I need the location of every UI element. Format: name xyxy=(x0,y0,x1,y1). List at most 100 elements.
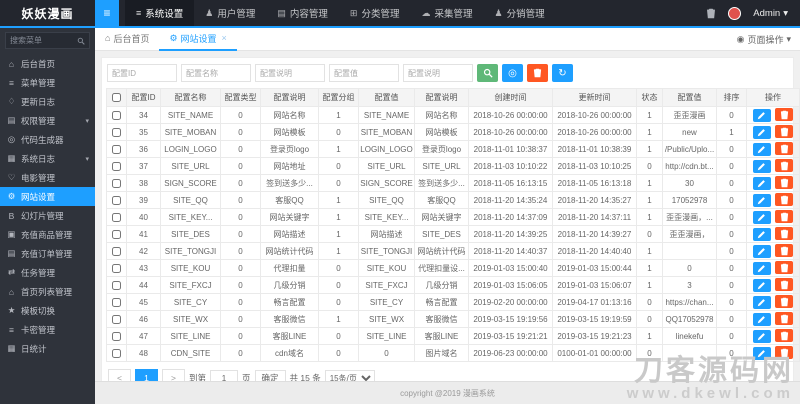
delete-button[interactable] xyxy=(775,125,793,138)
edit-button[interactable] xyxy=(753,245,771,258)
edit-button[interactable] xyxy=(753,211,771,224)
sidebar-item-menu-management[interactable]: ≡ 菜单管理 xyxy=(0,73,95,92)
edit-button[interactable] xyxy=(753,228,771,241)
locate-button[interactable]: ◎ xyxy=(502,64,523,82)
sidebar-item-movie-management[interactable]: ♡ 电影管理 xyxy=(0,168,95,187)
nav-category-management[interactable]: ⊞ 分类管理 xyxy=(339,0,411,26)
delete-button[interactable] xyxy=(775,193,793,206)
row-checkbox[interactable] xyxy=(112,332,121,341)
search-button[interactable] xyxy=(477,64,498,82)
cell: SITE_URL xyxy=(359,158,415,175)
avatar[interactable] xyxy=(728,7,741,20)
edit-button[interactable] xyxy=(753,279,771,292)
row-checkbox[interactable] xyxy=(112,179,121,188)
row-checkbox[interactable] xyxy=(112,281,121,290)
nav-system-settings[interactable]: ≡ 系统设置 xyxy=(125,0,194,26)
delete-button[interactable] xyxy=(775,210,793,223)
filter-input-2[interactable] xyxy=(181,64,251,82)
edit-button[interactable] xyxy=(753,160,771,173)
sidebar-item-homepage-list-management[interactable]: ⌂ 首页列表管理 xyxy=(0,282,95,301)
sidebar-toggle-button[interactable]: ≡ xyxy=(95,0,119,26)
sidebar-item-label: 首页列表管理 xyxy=(21,286,72,298)
delete-button[interactable] xyxy=(775,329,793,342)
delete-button[interactable] xyxy=(775,346,793,359)
sidebar-item-template-switch[interactable]: ★ 模板切换 xyxy=(0,301,95,320)
sidebar-item-daily-stats[interactable]: ▦ 日统计 xyxy=(0,339,95,358)
row-checkbox[interactable] xyxy=(112,230,121,239)
row-checkbox[interactable] xyxy=(112,349,121,358)
delete-button[interactable] xyxy=(775,159,793,172)
row-checkbox[interactable] xyxy=(112,196,121,205)
row-checkbox[interactable] xyxy=(112,111,121,120)
cell: 0 xyxy=(663,260,717,277)
filter-input-4[interactable] xyxy=(329,64,399,82)
edit-button[interactable] xyxy=(753,143,771,156)
tab-site-settings[interactable]: ⚙ 网站设置 × xyxy=(159,28,236,51)
select-all-checkbox[interactable] xyxy=(112,93,121,102)
edit-button[interactable] xyxy=(753,330,771,343)
nav-content-management[interactable]: ▤ 内容管理 xyxy=(266,0,339,26)
delete-button[interactable] xyxy=(775,108,793,121)
close-icon[interactable]: × xyxy=(222,33,227,43)
row-checkbox[interactable] xyxy=(112,315,121,324)
cell: 2018-10-26 00:00:00 xyxy=(553,107,637,124)
delete-button[interactable] xyxy=(775,244,793,257)
sidebar-item-code-generator[interactable]: ◎ 代码生成器 xyxy=(0,130,95,149)
delete-button[interactable] xyxy=(775,295,793,308)
delete-button[interactable] xyxy=(775,312,793,325)
nav-user-management[interactable]: ♟ 用户管理 xyxy=(194,0,266,26)
sidebar-item-site-settings[interactable]: ⚙ 网站设置 xyxy=(0,187,95,206)
nav-distribution-management[interactable]: ♟ 分销管理 xyxy=(483,0,555,26)
sidebar-item-recharge-order-management[interactable]: ▤ 充值订单管理 xyxy=(0,244,95,263)
batch-delete-button[interactable] xyxy=(527,64,548,82)
cell: 1 xyxy=(637,124,663,141)
row-checkbox[interactable] xyxy=(112,145,121,154)
sidebar-item-task-management[interactable]: ⇄ 任务管理 xyxy=(0,263,95,282)
refresh-button[interactable]: ↻ xyxy=(552,64,573,82)
filter-input-3[interactable] xyxy=(255,64,325,82)
cell: 30 xyxy=(663,175,717,192)
edit-button[interactable] xyxy=(753,296,771,309)
row-checkbox[interactable] xyxy=(112,264,121,273)
row-checkbox[interactable] xyxy=(112,162,121,171)
filter-input-1[interactable] xyxy=(107,64,177,82)
delete-button[interactable] xyxy=(775,278,793,291)
edit-button[interactable] xyxy=(753,177,771,190)
cell: 0 xyxy=(221,209,261,226)
filter-input-5[interactable] xyxy=(403,64,473,82)
table-row: 39SITE_QQ0客服QQ1SITE_QQ客服QQ2018-11-20 14:… xyxy=(107,192,800,209)
row-checkbox[interactable] xyxy=(112,298,121,307)
clear-cache-button[interactable] xyxy=(706,8,716,19)
sidebar-item-recharge-goods-management[interactable]: ▣ 充值商品管理 xyxy=(0,225,95,244)
sidebar-item-card-key-management[interactable]: ≡ 卡密管理 xyxy=(0,320,95,339)
edit-button[interactable] xyxy=(753,347,771,360)
edit-button[interactable] xyxy=(753,262,771,275)
delete-button[interactable] xyxy=(775,261,793,274)
row-checkbox[interactable] xyxy=(112,128,121,137)
column-header: 配置值 xyxy=(663,89,717,107)
sidebar: 搜索菜单 ⌂ 后台首页 ≡ 菜单管理 ♢ 更新日志 ▤ 权限管理 ▾ ◎ 代码生… xyxy=(0,28,95,404)
sidebar-item-changelog[interactable]: ♢ 更新日志 xyxy=(0,92,95,111)
row-checkbox[interactable] xyxy=(112,213,121,222)
nav-collect-management[interactable]: ☁ 采集管理 xyxy=(410,0,483,26)
sidebar-item-dashboard[interactable]: ⌂ 后台首页 xyxy=(0,54,95,73)
sidebar-item-system-log[interactable]: ▦ 系统日志 ▾ xyxy=(0,149,95,168)
page-operations-dropdown[interactable]: ◉ 页面操作 ▾ xyxy=(737,33,800,46)
sidebar-item-permission-management[interactable]: ▤ 权限管理 ▾ xyxy=(0,111,95,130)
delete-button[interactable] xyxy=(775,227,793,240)
delete-button[interactable] xyxy=(775,142,793,155)
row-checkbox[interactable] xyxy=(112,247,121,256)
sidebar-item-slideshow-management[interactable]: B 幻灯片管理 xyxy=(0,206,95,225)
tabs: ⌂ 后台首页 ⚙ 网站设置 × xyxy=(95,28,237,51)
nav-label: 系统设置 xyxy=(145,6,183,20)
tab-dashboard[interactable]: ⌂ 后台首页 xyxy=(95,28,159,51)
menu-search-input[interactable]: 搜索菜单 xyxy=(5,32,90,49)
edit-button[interactable] xyxy=(753,313,771,326)
delete-button[interactable] xyxy=(775,176,793,189)
user-menu[interactable]: Admin ▾ xyxy=(753,8,788,19)
cell: SITE_CY xyxy=(161,294,221,311)
edit-button[interactable] xyxy=(753,194,771,207)
edit-button[interactable] xyxy=(753,126,771,139)
cell: 客服微信 xyxy=(415,311,469,328)
edit-button[interactable] xyxy=(753,109,771,122)
